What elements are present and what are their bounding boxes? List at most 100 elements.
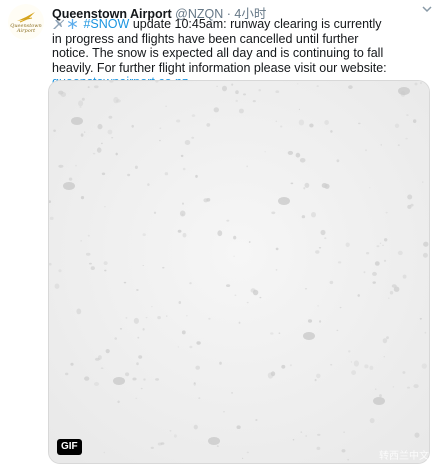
- snowflake-speck: [242, 457, 244, 459]
- snowflake-speck: [189, 282, 192, 285]
- snowflake-speck: [140, 387, 143, 390]
- snowflake-speck: [147, 183, 150, 186]
- snowflake-speck: [295, 152, 301, 158]
- snowflake-speck: [311, 212, 316, 218]
- snowflake-speck: [419, 317, 422, 320]
- snowflake-speck: [422, 181, 424, 183]
- watermark: 转西兰中文生: [379, 451, 439, 462]
- snowflake-speck: [119, 328, 123, 330]
- snowflake-speck: [195, 365, 200, 370]
- snowflake-speck: [424, 331, 427, 334]
- snowflake-speck: [165, 105, 167, 107]
- airport-logo-icon: [17, 12, 35, 23]
- snowflake-speck: [420, 82, 422, 84]
- snowflake-speck: [314, 378, 317, 382]
- snowflake-speck: [316, 373, 321, 379]
- snowflake-speck: [309, 123, 314, 128]
- snowflake-speck: [157, 316, 161, 320]
- snowflake-speck: [107, 129, 113, 135]
- snowflake-speck: [259, 296, 262, 299]
- snowflake-speck: [94, 85, 99, 89]
- snowflake-speck: [70, 362, 74, 366]
- snowflake-blur: [63, 182, 75, 190]
- snowflake-speck: [383, 356, 385, 358]
- snowflake-speck: [216, 85, 218, 87]
- snowflake-speck: [184, 140, 191, 145]
- snowflake-speck: [246, 165, 248, 168]
- snowflake-speck: [193, 382, 196, 386]
- snowflake-speck: [385, 211, 388, 214]
- snowflake-speck: [407, 204, 412, 209]
- snowflake-speck: [421, 363, 427, 369]
- snowflake-speck: [111, 137, 114, 139]
- snowflake-speck: [235, 90, 239, 95]
- snowflake-speck: [275, 90, 280, 93]
- snowflake-speck: [347, 458, 350, 461]
- snowflake-speck: [104, 206, 106, 208]
- snowflake-speck: [330, 130, 333, 133]
- snowflake-speck: [316, 85, 319, 87]
- chevron-down-icon[interactable]: [421, 4, 433, 14]
- snowflake-speck: [182, 232, 187, 238]
- snowflake-speck: [357, 294, 360, 297]
- snowflake-speck: [275, 120, 277, 123]
- snowflake-speck: [337, 261, 342, 264]
- snowflake-speck: [125, 317, 128, 319]
- media-gif[interactable]: GIF: [48, 80, 430, 464]
- snowflake-speck: [103, 261, 108, 265]
- snowflake-speck: [169, 430, 172, 432]
- snowflake-speck: [142, 328, 145, 331]
- snowflake-speck: [252, 289, 259, 296]
- snowflake-speck: [248, 241, 251, 243]
- snowflake-speck: [402, 371, 406, 374]
- snowflake-speck: [255, 419, 258, 421]
- snowflake-speck: [414, 82, 418, 86]
- snowflake-speck: [80, 133, 84, 137]
- snowflake-speck: [136, 362, 139, 366]
- snowflake-speck: [301, 215, 306, 219]
- snowflake-speck: [407, 194, 413, 200]
- snowflake-speck: [297, 83, 299, 85]
- snowflake-speck: [320, 229, 326, 236]
- snowflake-speck: [179, 210, 186, 217]
- snowflake-speck: [289, 364, 292, 367]
- snowflake-speck: [81, 97, 85, 101]
- snowflake-speck: [413, 119, 417, 123]
- snowflake-speck: [65, 372, 69, 376]
- snowflake-blur: [278, 197, 290, 205]
- snowflake-speck: [270, 332, 274, 335]
- snowflake-speck: [382, 244, 384, 246]
- snowflake-speck: [348, 350, 351, 353]
- snowflake-speck: [58, 269, 62, 273]
- snowflake-speck: [238, 321, 241, 324]
- snowflake-speck: [303, 187, 306, 190]
- hashtag-link[interactable]: #SNOW: [83, 17, 129, 31]
- snowflake-speck: [80, 196, 85, 200]
- snowflake-speck: [402, 274, 407, 279]
- snowflake-speck: [208, 317, 211, 320]
- snowflake-speck: [389, 290, 394, 295]
- snowflake-speck: [270, 371, 276, 377]
- snowflake-speck: [345, 242, 350, 248]
- snowflake-speck: [363, 271, 366, 274]
- snowflake-blur: [373, 397, 385, 405]
- snowflake-speck: [133, 317, 139, 324]
- snowflake-blur: [208, 437, 220, 445]
- snowflake-speck: [382, 338, 388, 344]
- snowflake-speck: [127, 173, 131, 177]
- snowflake-speck: [372, 271, 377, 276]
- snowflake-speck: [376, 245, 380, 248]
- snowflake-speck: [142, 233, 146, 237]
- snowflake-speck: [392, 386, 395, 388]
- snowflake-speck: [280, 125, 283, 128]
- snowflake-speck: [186, 315, 188, 317]
- snowflake-speck: [60, 92, 67, 97]
- avatar[interactable]: Queenstown Airport: [8, 4, 44, 40]
- snowflake-speck: [300, 431, 303, 433]
- snowflake-speck: [339, 306, 342, 309]
- snowflake-speck: [177, 229, 182, 233]
- snowflake-blur: [113, 377, 125, 385]
- snowflake-speck: [155, 378, 160, 381]
- snowflake-speck: [231, 83, 234, 86]
- snowflake-speck: [374, 261, 380, 266]
